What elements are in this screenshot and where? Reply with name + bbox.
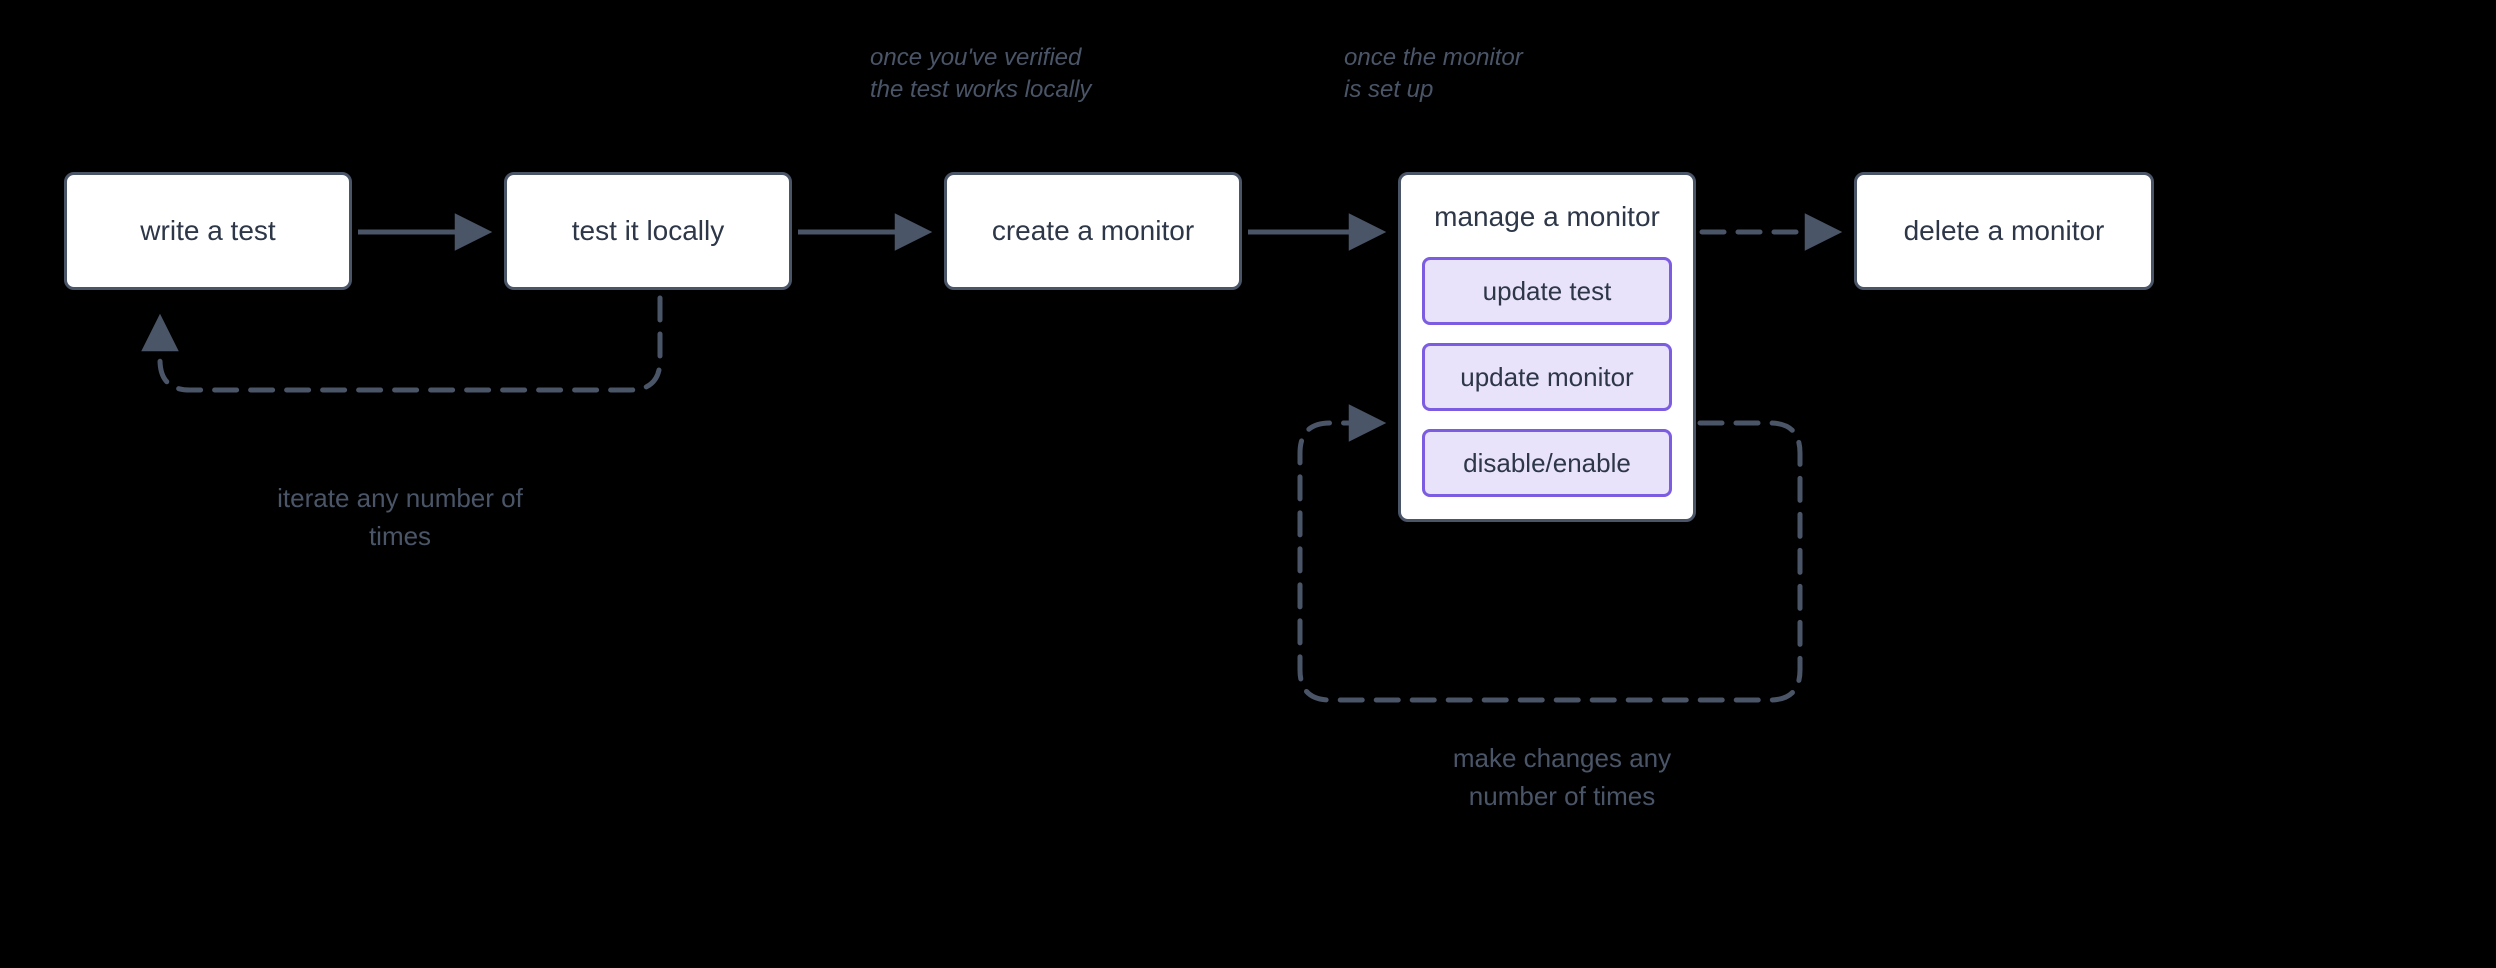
step-label: create a monitor (992, 215, 1194, 247)
step-label: test it locally (572, 215, 725, 247)
step-delete-monitor: delete a monitor (1854, 172, 2154, 290)
annotation-text: once you've verified the test works loca… (870, 44, 1091, 103)
sub-label: update test (1483, 276, 1612, 307)
annotation-verified: once you've verified the test works loca… (870, 42, 1110, 107)
arrow-write-to-test (352, 220, 504, 244)
arrow-manage-to-delete (1696, 220, 1854, 244)
loop-iterate-path (120, 290, 720, 510)
step-label: delete a monitor (1904, 215, 2105, 247)
arrow-create-to-manage (1242, 220, 1398, 244)
step-test-locally: test it locally (504, 172, 792, 290)
step-label: write a test (140, 215, 275, 247)
step-manage-monitor: manage a monitor update test update moni… (1398, 172, 1696, 522)
annotation-text: once the monitor is set up (1344, 44, 1523, 103)
sub-disable-enable: disable/enable (1422, 429, 1672, 497)
loop-changes-label: make changes any number of times (1432, 740, 1692, 815)
loop-text: make changes any number of times (1453, 743, 1671, 811)
step-create-monitor: create a monitor (944, 172, 1242, 290)
annotation-monitor-setup: once the monitor is set up (1344, 42, 1524, 107)
step-label: manage a monitor (1434, 201, 1660, 233)
loop-iterate-label: iterate any number of times (250, 480, 550, 555)
step-write-test: write a test (64, 172, 352, 290)
arrow-test-to-create (792, 220, 944, 244)
sub-label: update monitor (1460, 362, 1633, 393)
sub-update-test: update test (1422, 257, 1672, 325)
loop-text: iterate any number of times (277, 483, 523, 551)
sub-update-monitor: update monitor (1422, 343, 1672, 411)
sub-label: disable/enable (1463, 448, 1631, 479)
